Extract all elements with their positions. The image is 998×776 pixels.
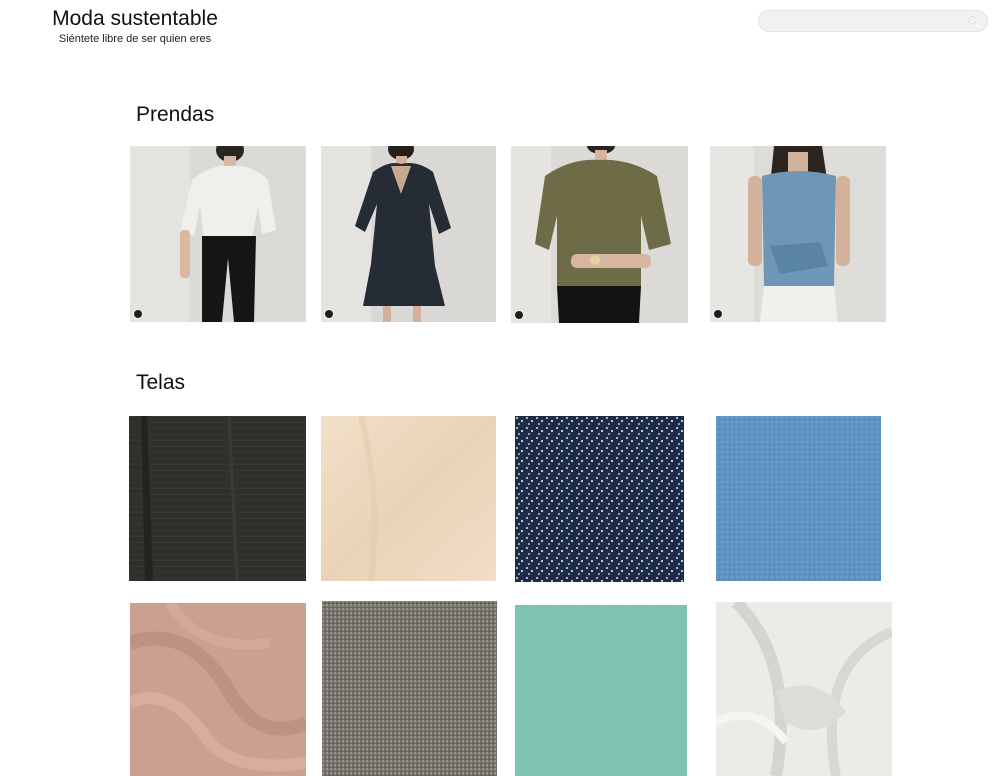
section-title-prendas: Prendas xyxy=(136,103,215,126)
fabric-swatch-navy-floral[interactable] xyxy=(515,416,684,582)
fabric-swatch-mint-crepe[interactable] xyxy=(515,605,687,776)
badge-dot xyxy=(515,311,523,319)
search-input[interactable] xyxy=(758,11,962,31)
fabric-photo-7 xyxy=(515,605,687,776)
fabric-swatch-grey-tweed[interactable] xyxy=(322,601,497,776)
garment-photo-1 xyxy=(130,146,306,322)
fabric-photo-8 xyxy=(716,602,892,776)
badge-dot xyxy=(325,310,333,318)
garment-photo-4 xyxy=(710,146,886,322)
fabric-photo-4 xyxy=(716,416,881,581)
fabric-photo-1 xyxy=(129,416,306,581)
brand[interactable]: Moda sustentable Siéntete libre de ser q… xyxy=(20,6,250,46)
fabric-swatch-blue-chambray[interactable] xyxy=(716,416,881,581)
garment-card-3[interactable] xyxy=(511,146,688,323)
fabric-photo-5 xyxy=(130,603,306,776)
search-icon xyxy=(967,15,980,28)
search-bar xyxy=(758,10,988,32)
site-title: Moda sustentable xyxy=(52,7,218,30)
garment-photo-2 xyxy=(321,146,496,322)
site-tagline: Siéntete libre de ser quien eres xyxy=(58,33,212,45)
fabric-swatch-beige-cotton[interactable] xyxy=(321,416,496,581)
fabric-photo-2 xyxy=(321,416,496,581)
fabric-swatch-white-satin[interactable] xyxy=(716,602,892,776)
fabric-swatch-dusty-pink-jersey[interactable] xyxy=(130,603,306,776)
fabric-photo-6 xyxy=(322,601,497,776)
garment-photo-3 xyxy=(511,146,688,323)
badge-dot xyxy=(134,310,142,318)
garment-card-1[interactable] xyxy=(130,146,306,322)
search-button[interactable] xyxy=(962,10,984,32)
garment-card-4[interactable] xyxy=(710,146,886,322)
section-title-telas: Telas xyxy=(136,371,186,394)
badge-dot xyxy=(714,310,722,318)
garment-card-2[interactable] xyxy=(321,146,496,322)
fabric-swatch-black-linen[interactable] xyxy=(129,416,306,581)
fabric-photo-3 xyxy=(515,416,684,582)
